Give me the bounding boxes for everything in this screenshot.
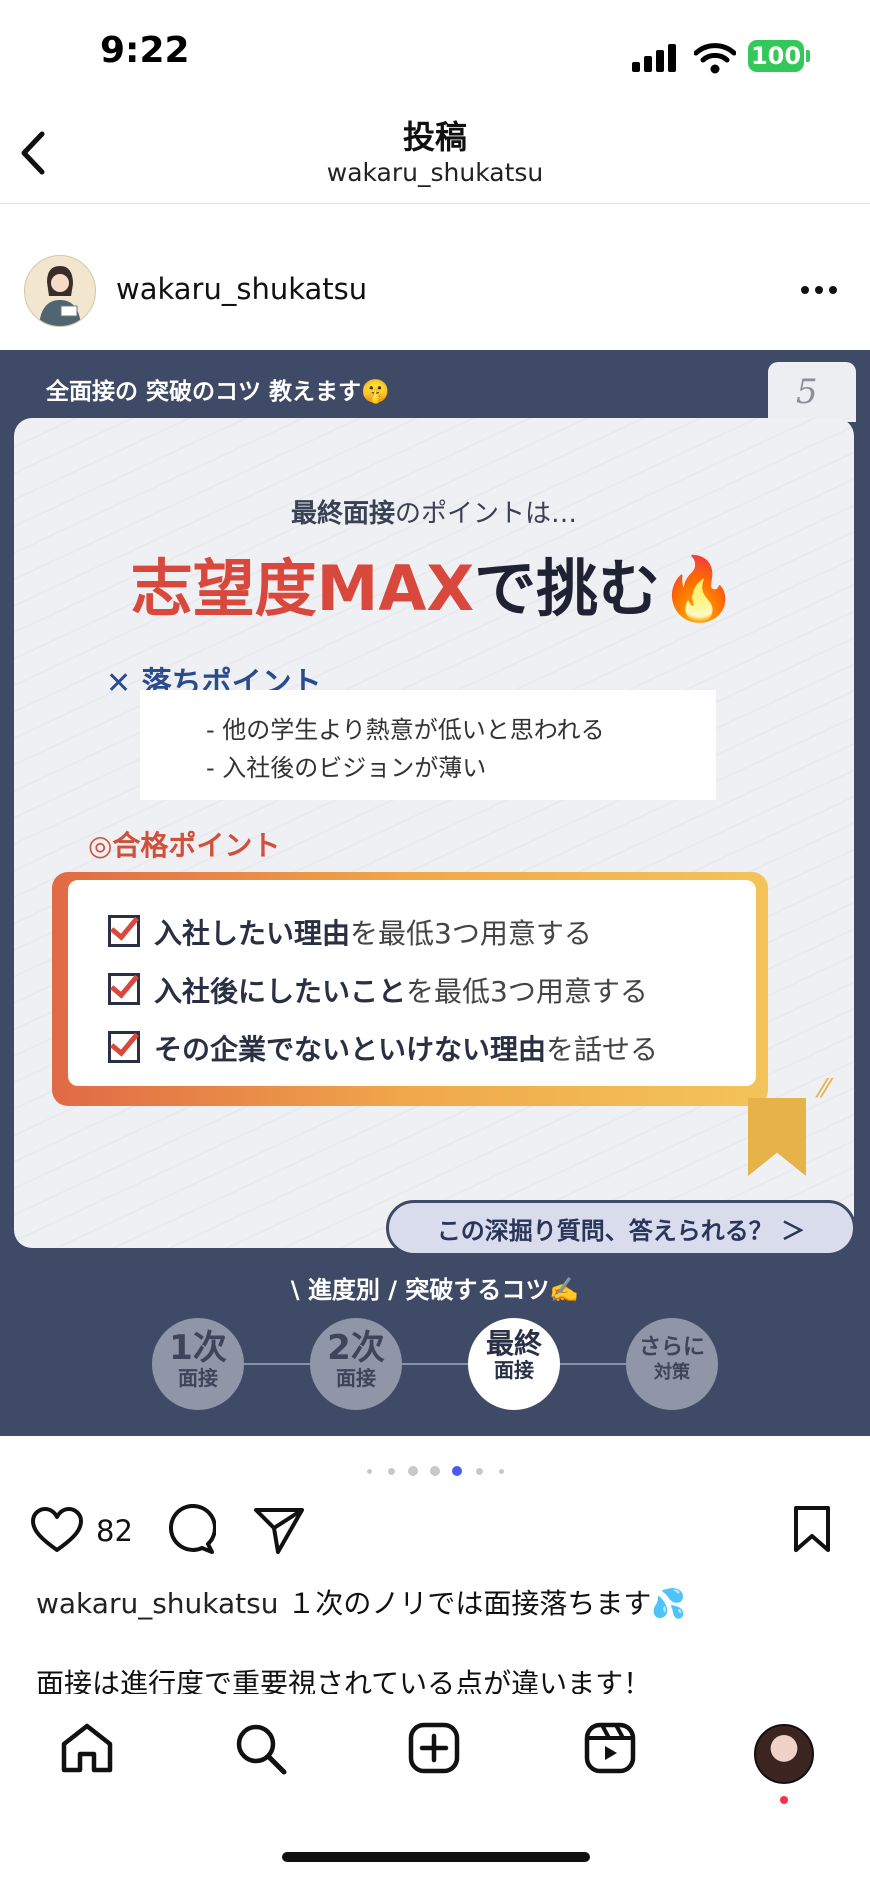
home-icon[interactable] — [60, 1722, 114, 1774]
stage-bottom: 対策 — [654, 1362, 690, 1383]
carousel-dot — [430, 1466, 440, 1476]
pass-item-bold: その企業でないといけない理由 — [154, 1033, 547, 1066]
cellular-signal-icon — [632, 44, 676, 72]
header-divider — [0, 203, 870, 204]
battery-tip — [806, 50, 810, 62]
home-indicator — [282, 1852, 590, 1862]
pass-item-rest: を最低3つ用意する — [350, 917, 592, 950]
carousel-dot — [498, 1468, 504, 1474]
stage-second-interview: 2次 面接 — [310, 1318, 402, 1410]
avatar-illustration — [39, 266, 81, 326]
carousel-dot — [475, 1467, 483, 1475]
pass-item: 入社後にしたいことを最低3つ用意する — [108, 970, 648, 1010]
carousel-dot — [452, 1466, 462, 1476]
stage-top: 2次 — [327, 1328, 385, 1368]
lead-bold: 最終面接 — [290, 499, 395, 529]
post-author-avatar[interactable] — [24, 255, 96, 327]
headline-dark: で挑む🔥 — [474, 552, 738, 625]
profile-avatar[interactable] — [754, 1724, 814, 1784]
heart-icon[interactable] — [30, 1506, 84, 1554]
bookmark-icon[interactable] — [792, 1504, 832, 1554]
lead-rest: のポイントは… — [395, 499, 578, 529]
stage-bottom: 面接 — [336, 1366, 376, 1390]
checkbox-icon — [108, 1031, 140, 1063]
stage-bottom: 面接 — [178, 1366, 218, 1390]
deep-dive-cta: この深掘り質問、答えられる？ ＞ — [386, 1200, 856, 1256]
caption: wakaru_shukatsu １次のノリでは面接落ちます💦 — [36, 1582, 686, 1622]
pass-item: その企業でないといけない理由を話せる — [108, 1028, 658, 1068]
reels-icon[interactable] — [584, 1722, 636, 1774]
caption-username[interactable]: wakaru_shukatsu — [36, 1587, 278, 1620]
page-title: 投稿 — [402, 118, 467, 156]
slide-lead: 最終面接のポイントは… — [14, 493, 854, 530]
fail-item: - 入社後のビジョンが薄い — [206, 754, 487, 782]
page-subtitle: wakaru_shukatsu — [326, 158, 544, 187]
comment-icon[interactable] — [164, 1504, 216, 1556]
stage-final-interview: 最終 面接 — [468, 1318, 560, 1410]
share-icon[interactable] — [252, 1504, 306, 1556]
battery-indicator: 100 — [748, 40, 804, 72]
carousel-dot — [408, 1466, 418, 1476]
post-author-username[interactable]: wakaru_shukatsu — [116, 272, 367, 306]
slide-headline: 志望度MAXで挑む🔥 — [14, 538, 854, 628]
slide-page-number: 5 — [796, 372, 818, 412]
fail-item: - 他の学生より熱意が低いと思われる — [206, 716, 605, 744]
status-time: 9:22 — [100, 30, 190, 71]
like-count[interactable]: 82 — [96, 1514, 133, 1548]
stage-top: さらに — [638, 1335, 705, 1360]
stage-extra-measures: さらに 対策 — [626, 1318, 718, 1410]
stage-top: 最終 — [485, 1327, 542, 1360]
checkbox-icon — [108, 973, 140, 1005]
stages-title: \ 進度別 / 突破するコツ✍️ — [290, 1276, 580, 1304]
carousel-dot — [387, 1467, 395, 1475]
pass-item: 入社したい理由を最低3つ用意する — [108, 912, 592, 952]
caption-text: １次のノリでは面接落ちます💦 — [287, 1587, 687, 1620]
search-icon[interactable] — [234, 1722, 288, 1776]
stages-connector — [200, 1363, 680, 1365]
stage-bottom: 面接 — [494, 1358, 534, 1382]
pass-item-rest: を話せる — [546, 1033, 659, 1066]
checkbox-icon — [108, 915, 140, 947]
stage-top: 1次 — [169, 1328, 227, 1368]
headline-red: 志望度MAX — [130, 552, 475, 625]
pass-item-rest: を最低3つ用意する — [406, 975, 648, 1008]
post-image[interactable]: 全面接の 突破のコツ 教えます🤫 5 最終面接のポイントは… 志望度MAXで挑む… — [0, 350, 870, 1436]
more-options-icon[interactable] — [800, 284, 838, 296]
fail-box — [140, 690, 716, 800]
stage-first-interview: 1次 面接 — [152, 1318, 244, 1410]
create-icon[interactable] — [408, 1722, 460, 1774]
slide-tag: 全面接の 突破のコツ 教えます🤫 — [46, 379, 390, 405]
carousel-dot — [366, 1468, 372, 1474]
wifi-icon — [694, 43, 736, 74]
sparkle-icon: ⁄⁄ — [820, 1074, 829, 1104]
pass-heading: ◎合格ポイント — [88, 829, 281, 862]
notification-dot — [780, 1796, 788, 1804]
pass-item-bold: 入社後にしたいこと — [154, 975, 407, 1008]
pass-item-bold: 入社したい理由 — [154, 917, 351, 950]
